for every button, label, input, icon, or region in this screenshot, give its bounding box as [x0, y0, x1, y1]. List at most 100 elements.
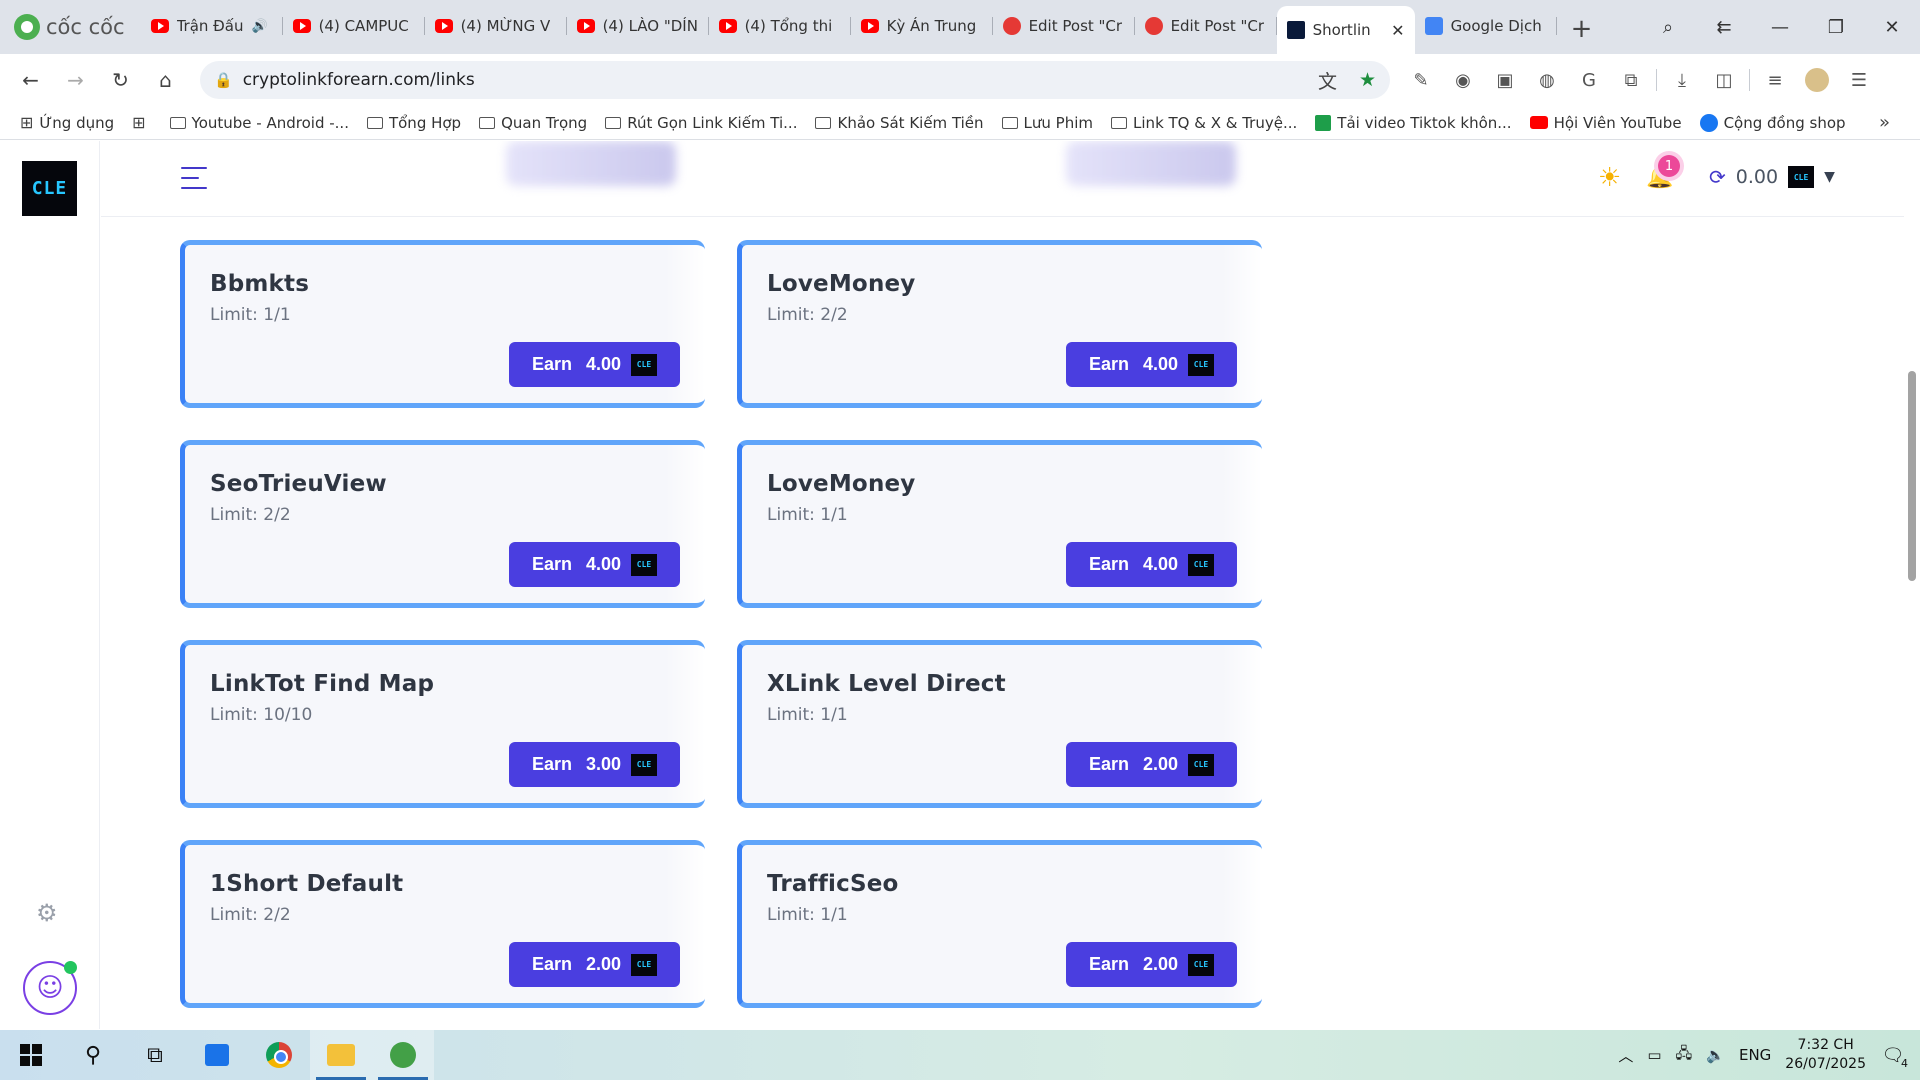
profile-avatar[interactable] — [1805, 68, 1829, 92]
browser-tab[interactable]: (4) LÀO "DÍN — [567, 6, 709, 46]
volume-icon[interactable]: 🔈 — [1706, 1046, 1725, 1064]
speaker-icon[interactable]: 🔊 — [251, 19, 267, 34]
browser-tab[interactable]: Shortlin ✕ — [1276, 6, 1415, 54]
extension-search-icon[interactable]: ◉ — [1442, 70, 1484, 91]
task-view-icon[interactable]: ⧉ — [124, 1030, 186, 1080]
theme-toggle-sun-icon[interactable]: ☀ — [1598, 163, 1621, 193]
forward-button[interactable]: → — [53, 68, 98, 92]
extension-globe-icon[interactable]: ◍ — [1526, 70, 1568, 91]
browser-tab[interactable]: Edit Post "Cr — [993, 6, 1135, 46]
search-icon[interactable]: ⚲ — [62, 1030, 124, 1080]
refresh-balance-icon[interactable]: ⟳ — [1709, 165, 1726, 189]
apps-grid-icon: ⊞ — [132, 113, 146, 132]
browser-tab[interactable]: (4) CAMPUC — [283, 6, 425, 46]
language-indicator[interactable]: ENG — [1739, 1046, 1771, 1064]
earn-button[interactable]: Earn 4.00 CLE — [509, 542, 680, 587]
earn-label: Earn — [531, 754, 572, 774]
bookmark-item[interactable]: Tổng Hợp — [366, 114, 461, 132]
tab-search-icon[interactable]: ⌕ — [1640, 17, 1696, 38]
downloads-icon[interactable]: ⤓ — [1661, 70, 1703, 91]
chevron-down-icon[interactable]: ▼ — [1824, 169, 1835, 185]
home-button[interactable]: ⌂ — [143, 68, 188, 92]
browser-tab[interactable]: Trận Đấu 🔊 — [141, 6, 283, 46]
bookmark-item[interactable]: Youtube - Android -... — [169, 114, 349, 132]
bookmark-item[interactable]: Hội Viên YouTube — [1529, 114, 1682, 132]
earn-button[interactable]: Earn 3.00 CLE — [509, 742, 680, 787]
extension-tv-icon[interactable]: ▣ — [1484, 70, 1526, 91]
earn-button[interactable]: Earn 4.00 CLE — [509, 342, 680, 387]
shortlink-card: 1Short Default Limit: 2/2 Earn 2.00 CLE — [180, 840, 705, 1008]
coccoc-app-icon[interactable] — [372, 1030, 434, 1080]
battery-icon[interactable]: ▭ — [1647, 1046, 1661, 1064]
earn-button[interactable]: Earn 4.00 CLE — [1066, 542, 1237, 587]
omnibox[interactable]: 🔒 cryptolinkforearn.com/links 文 ★ — [200, 61, 1390, 99]
tray-chevron-up-icon[interactable]: ︿ — [1618, 1045, 1633, 1066]
url-text[interactable]: cryptolinkforearn.com/links — [243, 70, 1296, 90]
back-history-icon[interactable]: ⇇ — [1696, 17, 1752, 38]
earn-button[interactable]: Earn 2.00 CLE — [509, 942, 680, 987]
coin-logo-icon: CLE — [631, 553, 658, 576]
windows-logo-icon — [20, 1044, 42, 1066]
support-chat-button[interactable]: ☺ — [23, 961, 77, 1015]
bookmark-item[interactable]: ⊞ — [132, 113, 151, 132]
close-tab-icon[interactable]: ✕ — [1391, 21, 1404, 40]
action-center-icon[interactable]: 🗨 4 — [1880, 1045, 1908, 1070]
online-status-dot — [64, 961, 77, 974]
browser-logo[interactable]: cốc cốc — [0, 0, 141, 54]
menu-toggle-icon[interactable] — [181, 167, 207, 189]
system-clock[interactable]: 7:32 CH 26/07/2025 — [1785, 1036, 1866, 1074]
close-window-button[interactable]: ✕ — [1864, 17, 1920, 38]
bookmark-item[interactable]: Rút Gọn Link Kiếm Ti... — [605, 114, 797, 132]
balance-amount: 0.00 — [1735, 166, 1779, 188]
browser-tab[interactable]: Kỳ Án Trung — [851, 6, 993, 46]
reload-button[interactable]: ↻ — [98, 68, 143, 92]
bookmark-item[interactable]: Khảo Sát Kiếm Tiền — [815, 114, 984, 132]
bookmarks-overflow-icon[interactable]: » — [1879, 112, 1890, 133]
folder-icon — [169, 116, 186, 129]
chrome-app-icon[interactable] — [248, 1030, 310, 1080]
side-panel-icon[interactable]: ◫ — [1703, 70, 1745, 91]
earn-button[interactable]: Earn 4.00 CLE — [1066, 342, 1237, 387]
settings-gear-icon[interactable]: ⚙ — [36, 899, 58, 927]
extensions-puzzle-icon[interactable]: ⧉ — [1610, 70, 1652, 91]
network-icon[interactable]: 🖧 — [1676, 1043, 1693, 1068]
bookmark-item[interactable]: Lưu Phim — [1001, 114, 1093, 132]
extension-translate-icon[interactable]: G — [1568, 70, 1610, 91]
start-button[interactable] — [0, 1030, 62, 1080]
browser-tab[interactable]: Google Dịch — [1415, 6, 1557, 46]
page-scrollbar[interactable] — [1904, 141, 1920, 1029]
file-explorer-app-icon[interactable] — [310, 1030, 372, 1080]
restore-button[interactable]: ❐ — [1808, 17, 1864, 38]
extension-feather-icon[interactable]: ✎ — [1400, 70, 1442, 91]
bookmark-item[interactable]: Cộng đồng shop — [1699, 113, 1846, 132]
browser-menu-icon[interactable]: ☰ — [1838, 70, 1880, 91]
earn-amount: 2.00 — [1142, 954, 1179, 974]
scrollbar-thumb[interactable] — [1908, 371, 1916, 581]
shortlink-limit: Limit: 1/1 — [210, 305, 291, 325]
browser-tab[interactable]: Edit Post "Cr — [1135, 6, 1277, 46]
lock-icon[interactable]: 🔒 — [214, 71, 233, 89]
back-button[interactable]: ← — [8, 68, 53, 92]
wp-icon — [1144, 17, 1163, 35]
earn-amount: 4.00 — [585, 354, 622, 374]
shortlink-card: SeoTrieuView Limit: 2/2 Earn 4.00 CLE — [180, 440, 705, 608]
bookmark-item[interactable]: Tải video Tiktok khôn... — [1315, 114, 1512, 132]
browser-tab[interactable]: (4) MỪNG V — [425, 6, 567, 46]
bookmark-item[interactable]: Link TQ & X & Truyệ... — [1111, 114, 1297, 132]
translate-icon[interactable]: 文 — [1318, 67, 1337, 94]
site-logo[interactable]: CLE — [22, 161, 77, 216]
bookmark-label: Quan Trọng — [501, 113, 588, 132]
browser-tab[interactable]: (4) Tổng thi — [709, 6, 851, 46]
earn-button[interactable]: Earn 2.00 CLE — [1066, 942, 1237, 987]
store-app-icon[interactable] — [186, 1030, 248, 1080]
earn-amount: 2.00 — [1142, 754, 1179, 774]
earn-button[interactable]: Earn 2.00 CLE — [1066, 742, 1237, 787]
bookmark-star-icon[interactable]: ★ — [1359, 69, 1376, 91]
bookmark-item[interactable]: ⊞ Ứng dụng — [20, 113, 114, 132]
new-tab-button[interactable]: + — [1557, 14, 1607, 44]
minimize-button[interactable]: — — [1752, 17, 1808, 38]
bookmark-item[interactable]: Quan Trọng — [479, 114, 587, 132]
shortlink-limit: Limit: 1/1 — [767, 505, 848, 525]
media-control-icon[interactable]: ≡ — [1754, 70, 1796, 91]
balance-dropdown[interactable]: ⟳ 0.00 CLE ▼ — [1709, 165, 1835, 189]
